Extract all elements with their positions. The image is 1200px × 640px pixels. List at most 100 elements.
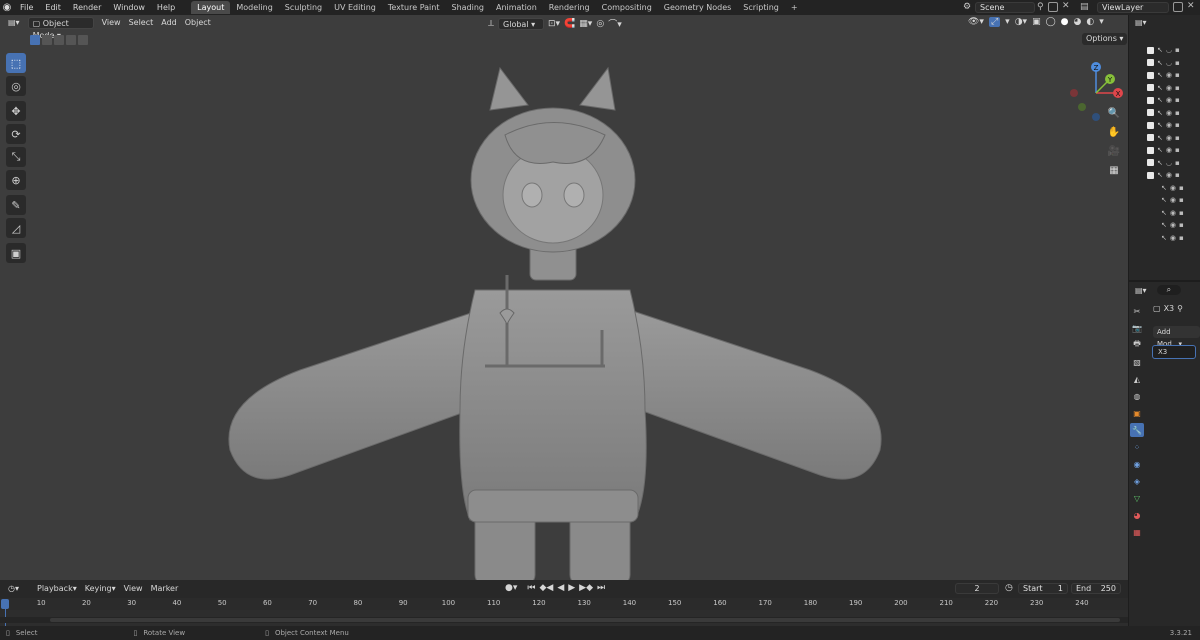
select-arrow-icon[interactable]: ↖ bbox=[1161, 184, 1167, 192]
select-arrow-icon[interactable]: ↖ bbox=[1157, 46, 1163, 54]
clock-icon[interactable]: ◷ bbox=[1005, 583, 1013, 593]
tab-rendering[interactable]: Rendering bbox=[543, 1, 596, 14]
new-view-layer-icon[interactable] bbox=[1173, 2, 1183, 12]
menu-marker[interactable]: Marker bbox=[147, 583, 183, 595]
select-subtract-icon[interactable] bbox=[54, 35, 64, 45]
tab-geometry-nodes[interactable]: Geometry Nodes bbox=[658, 1, 737, 14]
delete-scene-icon[interactable]: ✕ bbox=[1062, 1, 1070, 11]
list-item[interactable]: ↖ ◡ ▪ bbox=[1129, 44, 1200, 57]
rendered-shading-icon[interactable]: ◐ bbox=[1086, 17, 1094, 27]
orientation-selector[interactable]: Global ▾ bbox=[498, 17, 545, 30]
physics-tab-icon[interactable]: ◉ bbox=[1130, 457, 1144, 471]
select-arrow-icon[interactable]: ↖ bbox=[1161, 196, 1167, 204]
properties-editor-icon[interactable]: ▤▾ bbox=[1135, 286, 1147, 295]
object-tab-icon[interactable]: ▣ bbox=[1130, 406, 1144, 420]
camera-icon[interactable]: ▪ bbox=[1175, 96, 1180, 104]
pan-hand-icon[interactable]: ✋ bbox=[1106, 124, 1122, 140]
camera-icon[interactable]: ▪ bbox=[1179, 221, 1184, 229]
select-arrow-icon[interactable]: ↖ bbox=[1157, 146, 1163, 154]
xray-icon[interactable]: ▣ bbox=[1032, 17, 1041, 27]
visibility-icon[interactable]: 👁▾ bbox=[968, 17, 984, 27]
checkbox-icon[interactable] bbox=[1147, 84, 1154, 92]
eye-icon[interactable]: ◉ bbox=[1166, 71, 1172, 79]
tab-layout[interactable]: Layout bbox=[191, 1, 231, 14]
view-layer-selector[interactable]: ViewLayer bbox=[1097, 2, 1169, 13]
camera-icon[interactable]: ▪ bbox=[1179, 209, 1184, 217]
list-item[interactable]: ↖ ◉ ▪ bbox=[1129, 219, 1200, 232]
measure-icon[interactable]: ◿ bbox=[6, 218, 26, 238]
list-item[interactable]: ↖ ◉ ▪ bbox=[1129, 182, 1200, 195]
play-reverse-icon[interactable]: ◀ bbox=[557, 583, 564, 593]
new-scene-icon[interactable] bbox=[1048, 2, 1058, 12]
menu-select[interactable]: Select bbox=[125, 17, 158, 29]
delete-view-layer-icon[interactable]: ✕ bbox=[1187, 1, 1195, 11]
select-arrow-icon[interactable]: ↖ bbox=[1157, 71, 1163, 79]
camera-icon[interactable]: ▪ bbox=[1179, 196, 1184, 204]
snap-target-icon[interactable]: ▦▾ bbox=[579, 19, 592, 29]
select-invert-icon[interactable] bbox=[66, 35, 76, 45]
current-frame-field[interactable]: 2 bbox=[955, 583, 999, 594]
menu-edit[interactable]: Edit bbox=[39, 0, 67, 15]
eye-icon[interactable]: ◡ bbox=[1166, 159, 1172, 167]
modifier-tab-icon[interactable]: 🔧 bbox=[1130, 423, 1144, 437]
menu-add[interactable]: Add bbox=[157, 17, 181, 29]
menu-timeline-view[interactable]: View bbox=[120, 583, 147, 595]
select-arrow-icon[interactable]: ↖ bbox=[1157, 59, 1163, 67]
camera-icon[interactable]: ▪ bbox=[1175, 84, 1180, 92]
select-arrow-icon[interactable]: ↖ bbox=[1157, 109, 1163, 117]
list-item[interactable]: ↖ ◉ ▪ bbox=[1129, 169, 1200, 182]
menu-file[interactable]: File bbox=[14, 0, 39, 15]
output-tab-icon[interactable]: 🖶 bbox=[1130, 338, 1144, 352]
list-item[interactable]: ↖ ◉ ▪ bbox=[1129, 144, 1200, 157]
tab-sculpting[interactable]: Sculpting bbox=[279, 1, 328, 14]
select-arrow-icon[interactable]: ↖ bbox=[1157, 171, 1163, 179]
mode-selector[interactable]: ▢ Object Mode ▾ bbox=[27, 16, 94, 40]
outliner-editor-icon[interactable]: ▤▾ bbox=[1135, 18, 1147, 27]
checkbox-icon[interactable] bbox=[1147, 109, 1154, 117]
eye-icon[interactable]: ◉ bbox=[1166, 134, 1172, 142]
eye-icon[interactable]: ◉ bbox=[1166, 146, 1172, 154]
blender-logo-icon[interactable]: ◉ bbox=[0, 0, 14, 15]
wireframe-shading-icon[interactable]: ◯ bbox=[1046, 17, 1056, 27]
select-arrow-icon[interactable]: ↖ bbox=[1161, 234, 1167, 242]
camera-icon[interactable]: ▪ bbox=[1175, 109, 1180, 117]
list-item[interactable]: ↖ ◡ ▪ bbox=[1129, 57, 1200, 70]
scene-selector[interactable]: Scene bbox=[975, 2, 1035, 13]
annotate-icon[interactable]: ✎ bbox=[6, 195, 26, 215]
proportional-falloff-icon[interactable]: ⌒▾ bbox=[608, 17, 622, 30]
texture-tab-icon[interactable]: ▦ bbox=[1130, 525, 1144, 539]
tab-modeling[interactable]: Modeling bbox=[230, 1, 278, 14]
pin-icon[interactable]: ⚲ bbox=[1037, 2, 1044, 12]
timeline-editor-icon[interactable]: ◷▾ bbox=[4, 583, 23, 595]
camera-icon[interactable]: ▪ bbox=[1175, 134, 1180, 142]
tab-texture-paint[interactable]: Texture Paint bbox=[382, 1, 446, 14]
overlay-icon[interactable]: ◑▾ bbox=[1015, 17, 1027, 27]
checkbox-icon[interactable] bbox=[1147, 146, 1154, 154]
character-model[interactable] bbox=[210, 50, 900, 580]
select-intersect-icon[interactable] bbox=[78, 35, 88, 45]
gizmo-dropdown-icon[interactable]: ▾ bbox=[1005, 17, 1010, 27]
menu-playback[interactable]: Playback▾ bbox=[33, 583, 81, 595]
camera-icon[interactable]: ▪ bbox=[1175, 146, 1180, 154]
select-new-icon[interactable] bbox=[30, 35, 40, 45]
prev-keyframe-icon[interactable]: ◆◀ bbox=[539, 583, 553, 593]
eye-icon[interactable]: ◉ bbox=[1166, 121, 1172, 129]
list-item[interactable]: ↖ ◉ ▪ bbox=[1129, 207, 1200, 220]
modifier-name-field[interactable]: X3 bbox=[1152, 345, 1196, 359]
select-arrow-icon[interactable]: ↖ bbox=[1157, 84, 1163, 92]
select-box-icon[interactable]: ⬚ bbox=[6, 53, 26, 73]
list-item[interactable]: ↖ ◉ ▪ bbox=[1129, 194, 1200, 207]
world-tab-icon[interactable]: ◍ bbox=[1130, 389, 1144, 403]
camera-icon[interactable]: ▪ bbox=[1175, 46, 1180, 54]
select-arrow-icon[interactable]: ↖ bbox=[1157, 134, 1163, 142]
select-arrow-icon[interactable]: ↖ bbox=[1157, 96, 1163, 104]
camera-icon[interactable]: ▪ bbox=[1179, 234, 1184, 242]
menu-object[interactable]: Object bbox=[181, 17, 215, 29]
scene-tab-icon[interactable]: ◭ bbox=[1130, 372, 1144, 386]
cursor-icon[interactable]: ◎ bbox=[6, 76, 26, 96]
transform-icon[interactable]: ⊕ bbox=[6, 170, 26, 190]
3d-viewport[interactable]: ▤▾ ▢ Object Mode ▾ View Select Add Objec… bbox=[0, 15, 1128, 580]
camera-icon[interactable]: ▪ bbox=[1175, 121, 1180, 129]
menu-help[interactable]: Help bbox=[151, 0, 181, 15]
list-item[interactable]: ↖ ◉ ▪ bbox=[1129, 132, 1200, 145]
